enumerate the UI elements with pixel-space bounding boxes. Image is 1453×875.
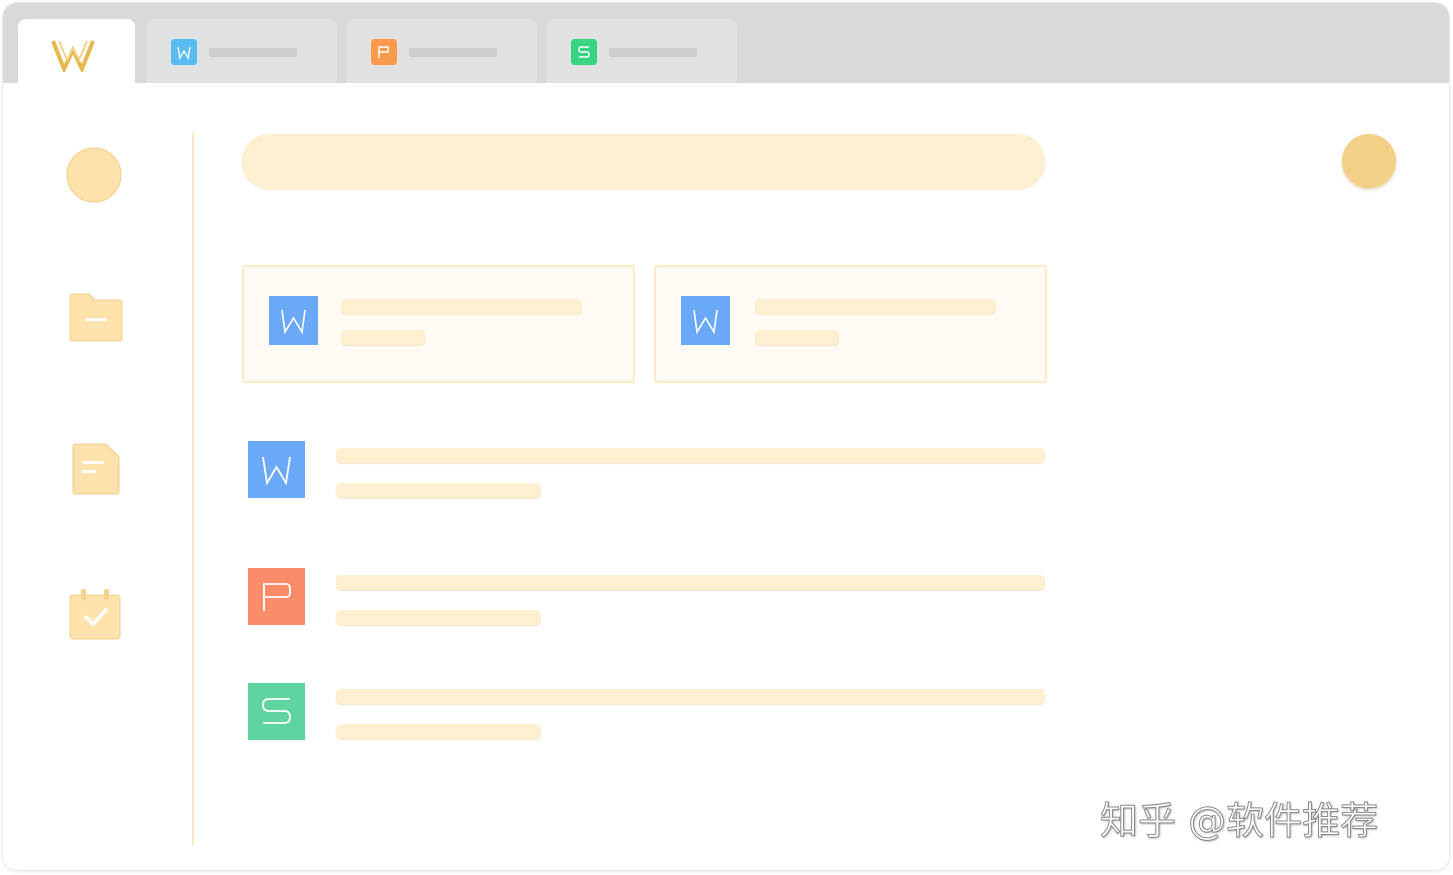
list-item-title-placeholder (336, 448, 1045, 463)
tab-spreadsheet[interactable] (546, 19, 737, 83)
folder-icon[interactable] (69, 293, 123, 343)
tab-presentation[interactable] (346, 19, 537, 83)
card-subtitle-placeholder (341, 330, 425, 345)
tab-wps-home[interactable] (18, 19, 135, 83)
spreadsheet-doc-icon (248, 683, 305, 740)
tab-writer[interactable] (146, 19, 337, 83)
card-title-placeholder (755, 299, 996, 314)
app-window (3, 3, 1449, 870)
presentation-doc-icon (248, 568, 305, 625)
list-item-subtitle-placeholder (336, 724, 541, 739)
writer-app-icon (171, 39, 197, 65)
tab-title-placeholder (209, 48, 297, 57)
list-item-title-placeholder (336, 575, 1045, 590)
main-content (3, 83, 1449, 870)
list-item-subtitle-placeholder (336, 483, 541, 498)
list-item-title-placeholder (336, 689, 1045, 704)
list-item-subtitle-placeholder (336, 610, 541, 625)
tab-title-placeholder (409, 48, 497, 57)
sidebar-divider (192, 133, 194, 845)
card-subtitle-placeholder (755, 330, 839, 345)
tab-bar (3, 3, 1449, 83)
user-avatar[interactable] (1342, 134, 1396, 188)
wps-logo-icon (51, 40, 95, 72)
writer-doc-icon (248, 441, 305, 498)
watermark-text: 知乎 @软件推荐 (1099, 799, 1379, 844)
presentation-app-icon (371, 39, 397, 65)
document-icon[interactable] (72, 443, 120, 495)
calendar-check-icon[interactable] (69, 588, 121, 640)
recent-card[interactable] (242, 265, 635, 383)
search-bar[interactable] (242, 134, 1045, 189)
recent-card[interactable] (654, 265, 1047, 383)
writer-doc-icon (269, 296, 318, 345)
card-title-placeholder (341, 299, 582, 314)
writer-doc-icon (681, 296, 730, 345)
user-circle-icon[interactable] (65, 146, 123, 204)
tab-title-placeholder (609, 48, 697, 57)
spreadsheet-app-icon (571, 39, 597, 65)
